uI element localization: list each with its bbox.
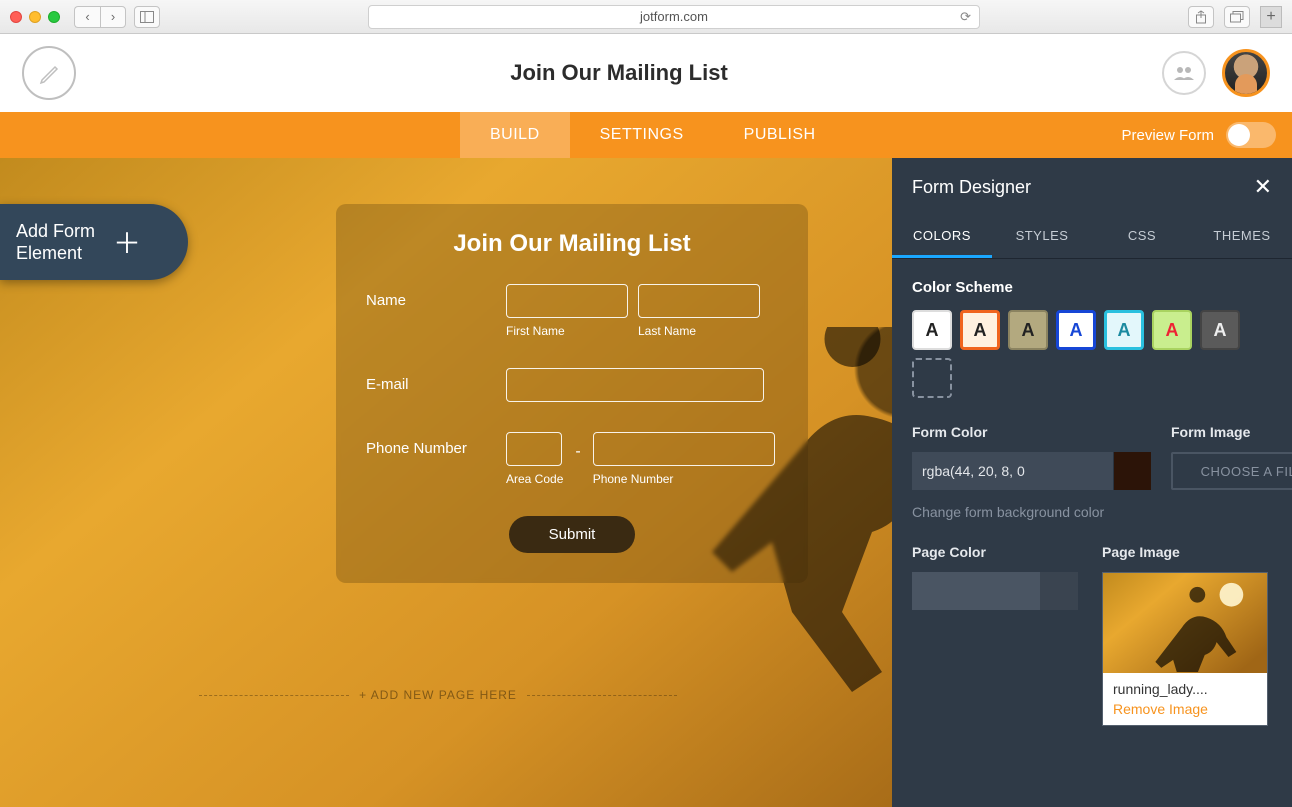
form-heading: Join Our Mailing List [366, 230, 778, 258]
color-scheme-label: Color Scheme [912, 279, 1272, 296]
scheme-orange[interactable]: A [960, 310, 1000, 350]
tab-settings[interactable]: SETTINGS [570, 112, 714, 158]
add-form-element-button[interactable]: Add Form Element ＋ [0, 204, 188, 280]
page-color-chip[interactable] [1040, 572, 1078, 610]
form-color-helper: Change form background color [912, 502, 1151, 522]
sidebar-toggle[interactable] [134, 6, 160, 28]
scheme-white[interactable]: A [912, 310, 952, 350]
forward-button[interactable]: › [100, 6, 126, 28]
field-phone: Phone Number Area Code - Phone Number [366, 432, 778, 486]
field-email: E-mail [366, 368, 778, 402]
submit-button[interactable]: Submit [509, 516, 636, 553]
form-color-input[interactable] [912, 452, 1151, 490]
window-controls [10, 11, 60, 23]
form-color-chip[interactable] [1113, 452, 1151, 490]
email-label: E-mail [366, 368, 506, 393]
page-color-label: Page Color [912, 544, 1082, 560]
user-avatar[interactable] [1222, 49, 1270, 97]
close-icon[interactable]: ✕ [1254, 174, 1272, 200]
reload-icon[interactable]: ⟳ [960, 9, 971, 25]
email-input[interactable] [506, 368, 764, 402]
minimize-window[interactable] [29, 11, 41, 23]
area-code-input[interactable] [506, 432, 562, 466]
first-name-input[interactable] [506, 284, 628, 318]
designer-tab-css[interactable]: CSS [1092, 216, 1192, 258]
page-color-input[interactable] [912, 572, 1078, 610]
plus-icon: ＋ [113, 222, 141, 262]
form-designer-panel: Form Designer ✕ COLORS STYLES CSS THEMES… [892, 158, 1292, 807]
url-text: jotform.com [640, 9, 708, 24]
designer-tab-themes[interactable]: THEMES [1192, 216, 1292, 258]
tab-publish[interactable]: PUBLISH [714, 112, 846, 158]
scheme-tan[interactable]: A [1008, 310, 1048, 350]
scheme-dark[interactable]: A [1200, 310, 1240, 350]
choose-file-button[interactable]: CHOOSE A FILE [1171, 452, 1292, 490]
preview-form-label: Preview Form [1121, 127, 1214, 144]
page-title: Join Our Mailing List [510, 60, 728, 86]
area-code-sublabel: Area Code [506, 472, 563, 486]
page-image-filename: running_lady.... [1113, 681, 1257, 697]
name-label: Name [366, 284, 506, 309]
app-header: Join Our Mailing List [0, 34, 1292, 112]
url-bar[interactable]: jotform.com ⟳ [368, 5, 980, 29]
scheme-cyan[interactable]: A [1104, 310, 1144, 350]
share-icon[interactable] [1188, 6, 1214, 28]
maximize-window[interactable] [48, 11, 60, 23]
page-image-card: running_lady.... Remove Image [1102, 572, 1268, 726]
collaborators-icon[interactable] [1162, 51, 1206, 95]
browser-chrome: ‹ › jotform.com ⟳ + [0, 0, 1292, 34]
tabs-icon[interactable] [1224, 6, 1250, 28]
pencil-logo-icon[interactable] [22, 46, 76, 100]
phone-number-sublabel: Phone Number [593, 472, 775, 486]
designer-title: Form Designer [912, 177, 1031, 198]
new-tab-button[interactable]: + [1260, 6, 1282, 28]
form-canvas: Add Form Element ＋ Join Our Mailing List… [0, 158, 1292, 807]
main-tabs-bar: BUILD SETTINGS PUBLISH Preview Form [0, 112, 1292, 158]
preview-toggle[interactable] [1226, 122, 1276, 148]
add-element-label: Add Form Element [16, 220, 95, 264]
page-image-label: Page Image [1102, 544, 1272, 560]
scheme-custom[interactable] [912, 358, 952, 398]
form-color-label: Form Color [912, 424, 1151, 440]
form-image-label: Form Image [1171, 424, 1292, 440]
designer-tab-styles[interactable]: STYLES [992, 216, 1092, 258]
back-button[interactable]: ‹ [74, 6, 100, 28]
color-scheme-swatches: A A A A A A A [912, 310, 1272, 398]
remove-image-link[interactable]: Remove Image [1113, 701, 1257, 717]
field-name: Name First Name Last Name [366, 284, 778, 338]
phone-number-input[interactable] [593, 432, 775, 466]
scheme-blue[interactable]: A [1056, 310, 1096, 350]
close-window[interactable] [10, 11, 22, 23]
first-name-sublabel: First Name [506, 324, 628, 338]
tab-build[interactable]: BUILD [460, 112, 570, 158]
phone-dash: - [573, 443, 582, 475]
page-image-thumbnail[interactable] [1103, 573, 1267, 673]
form-color-field[interactable] [912, 452, 1113, 490]
scheme-lime[interactable]: A [1152, 310, 1192, 350]
designer-tab-colors[interactable]: COLORS [892, 216, 992, 258]
last-name-input[interactable] [638, 284, 760, 318]
phone-label: Phone Number [366, 432, 506, 457]
add-new-page-button[interactable]: + ADD NEW PAGE HERE [0, 688, 876, 702]
last-name-sublabel: Last Name [638, 324, 760, 338]
form-preview-card[interactable]: Join Our Mailing List Name First Name La… [336, 204, 808, 583]
